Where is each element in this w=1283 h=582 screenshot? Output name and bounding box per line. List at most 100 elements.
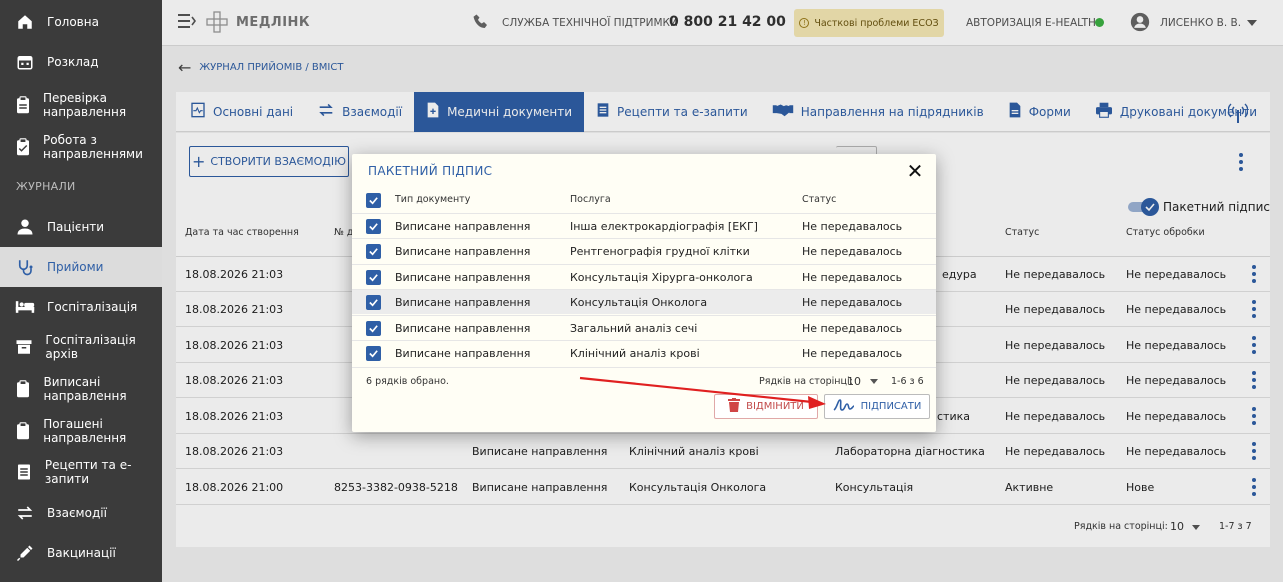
selected-count: 6 рядків обрано.	[366, 376, 449, 387]
pager-label: Рядків на сторінці:	[1074, 521, 1168, 532]
avatar-icon[interactable]	[1130, 12, 1150, 32]
chevron-down-icon[interactable]	[870, 379, 878, 384]
sidebar-item-issued-referrals[interactable]: Виписані направлення	[0, 368, 162, 410]
dialog-row[interactable]: Виписане направлення Рентгенографія груд…	[352, 238, 936, 263]
support-phone[interactable]: 0 800 21 42 00	[669, 14, 786, 30]
dialog-pager-label: Рядків на сторінці:	[759, 376, 853, 387]
batch-sign-dialog: ПАКЕТНИЙ ПІДПИС ✕ Тип документу Послуга …	[352, 154, 936, 432]
clipboard-icon	[15, 421, 31, 441]
tab-prescriptions[interactable]: Рецепти та е-запити	[584, 92, 760, 132]
row-checkbox[interactable]	[366, 219, 381, 234]
trash-icon	[728, 398, 741, 415]
close-icon[interactable]: ✕	[904, 160, 926, 182]
sidebar-item-redeemed-referrals[interactable]: Погашені направлення	[0, 410, 162, 452]
tab-contractor-referrals[interactable]: Направлення на підрядників	[760, 92, 996, 132]
row-checkbox[interactable]	[366, 270, 381, 285]
dialog-footer: 6 рядків обрано. Рядків на сторінці: 10 …	[352, 367, 936, 393]
sidebar: Головна Розклад Перевірка направлення Ро…	[0, 0, 162, 582]
more-vert-icon[interactable]	[1239, 153, 1243, 171]
create-interaction-button[interactable]: + СТВОРИТИ ВЗАЄМОДІЮ	[189, 146, 349, 177]
tab-basic-data[interactable]: Основні дані	[176, 92, 305, 132]
sidebar-item-referral-work[interactable]: Робота з направленнями	[0, 126, 162, 168]
batch-sign-label: Пакетний підпис	[1163, 200, 1270, 214]
row-menu-icon[interactable]	[1252, 336, 1256, 354]
plus-icon: +	[192, 151, 206, 171]
person-icon	[15, 217, 35, 237]
info-icon: !	[799, 18, 810, 28]
logo-text: МЕДЛІНК	[236, 15, 311, 30]
user-name[interactable]: ЛИСЕНКО В. В.	[1160, 17, 1241, 29]
dialog-row[interactable]: Виписане направлення Консультація Онколо…	[352, 289, 936, 314]
table-row[interactable]: 18.08.2026 21:00 8253-3382-0938-5218 Вип…	[176, 470, 1270, 505]
clipboard-icon	[15, 379, 32, 399]
sidebar-item-hospitalization[interactable]: Госпіталізація	[0, 287, 162, 327]
sign-button[interactable]: ПІДПИСАТИ	[824, 394, 930, 419]
breadcrumb-text[interactable]: ЖУРНАЛ ПРИЙОМІВ / ВМІСТ	[199, 62, 343, 73]
warning-text: Часткові проблеми ЕСОЗ	[814, 17, 939, 29]
chevron-down-icon[interactable]	[1247, 20, 1257, 26]
clipboard-check-icon	[15, 137, 31, 157]
sidebar-item-referral-check[interactable]: Перевірка направлення	[0, 84, 162, 126]
clipboard-icon	[15, 95, 31, 115]
dialog-pager-size[interactable]: 10	[847, 375, 861, 388]
row-menu-icon[interactable]	[1252, 371, 1256, 389]
list-icon	[596, 102, 610, 121]
sidebar-section-journals: ЖУРНАЛИ	[16, 180, 76, 193]
printer-icon	[1095, 102, 1113, 121]
row-menu-icon[interactable]	[1252, 300, 1256, 318]
dialog-table-header: Тип документу Послуга Статус	[352, 189, 936, 213]
tabs: Основні дані Взаємодії Медичні документи…	[176, 91, 1270, 132]
select-all-checkbox[interactable]	[366, 193, 381, 208]
col-date: Дата та час створення	[185, 227, 299, 238]
sidebar-item-patients[interactable]: Пацієнти	[0, 207, 162, 247]
sidebar-item-home[interactable]: Головна	[0, 2, 162, 42]
bed-icon	[15, 297, 35, 317]
table-row[interactable]: 18.08.2026 21:03 Виписане направлення Кл…	[176, 434, 1270, 469]
row-checkbox[interactable]	[366, 295, 381, 310]
row-menu-icon[interactable]	[1252, 442, 1256, 460]
ehealth-auth-label[interactable]: АВТОРИЗАЦІЯ E-HEALTH	[966, 17, 1096, 29]
phone-icon	[472, 13, 490, 31]
signal-tower-icon[interactable]	[1227, 102, 1249, 124]
home-icon	[15, 12, 35, 32]
sidebar-item-prescriptions[interactable]: Рецепти та е-запити	[0, 451, 162, 493]
tab-medical-documents[interactable]: Медичні документи	[414, 91, 585, 132]
syringe-icon	[15, 543, 35, 563]
row-menu-icon[interactable]	[1252, 407, 1256, 425]
pager-size-select[interactable]: 10	[1170, 520, 1184, 533]
cancel-button[interactable]: ВІДМІНИТИ	[714, 394, 818, 419]
tab-interactions[interactable]: Взаємодії	[305, 92, 414, 132]
sidebar-item-vaccinations[interactable]: Вакцинації	[0, 533, 162, 573]
dialog-row[interactable]: Виписане направлення Інша електрокардіог…	[352, 213, 936, 238]
col-status: Статус	[1005, 227, 1040, 238]
menu-icon[interactable]	[178, 13, 196, 28]
row-menu-icon[interactable]	[1252, 478, 1256, 496]
dialog-pager-range: 1-6 з 6	[891, 376, 924, 387]
sidebar-item-hospitalization-archive[interactable]: Госпіталізація архів	[0, 327, 162, 367]
swap-icon	[15, 503, 35, 523]
row-checkbox[interactable]	[366, 244, 381, 259]
esoz-warning-badge[interactable]: ! Часткові проблеми ЕСОЗ	[794, 9, 944, 37]
sidebar-item-schedule[interactable]: Розклад	[0, 42, 162, 82]
row-checkbox[interactable]	[366, 346, 381, 361]
topbar: МЕДЛІНК СЛУЖБА ТЕХНІЧНОЇ ПІДТРИМКИ 0 800…	[162, 0, 1283, 46]
chevron-down-icon[interactable]	[1192, 525, 1200, 530]
list-icon	[15, 462, 33, 482]
dialog-row[interactable]: Виписане направлення Клінічний аналіз кр…	[352, 340, 936, 365]
dialog-row[interactable]: Виписане направлення Консультація Хірург…	[352, 264, 936, 289]
handshake-icon	[772, 102, 794, 121]
tab-forms[interactable]: Форми	[996, 92, 1083, 132]
toggle-knob	[1141, 198, 1159, 216]
pager-range: 1-7 з 7	[1219, 521, 1252, 532]
back-arrow-icon[interactable]: ←	[178, 58, 191, 77]
dialog-title: ПАКЕТНИЙ ПІДПИС	[368, 164, 493, 178]
sidebar-item-interactions[interactable]: Взаємодії	[0, 493, 162, 533]
row-checkbox[interactable]	[366, 321, 381, 336]
support-label: СЛУЖБА ТЕХНІЧНОЇ ПІДТРИМКИ	[502, 17, 678, 29]
batch-sign-toggle[interactable]	[1128, 198, 1159, 216]
stethoscope-icon	[15, 257, 35, 277]
row-menu-icon[interactable]	[1252, 265, 1256, 283]
dialog-row[interactable]: Виписане направлення Загальний аналіз се…	[352, 315, 936, 340]
signature-icon	[833, 398, 855, 415]
sidebar-item-appointments[interactable]: Прийоми	[0, 247, 162, 287]
